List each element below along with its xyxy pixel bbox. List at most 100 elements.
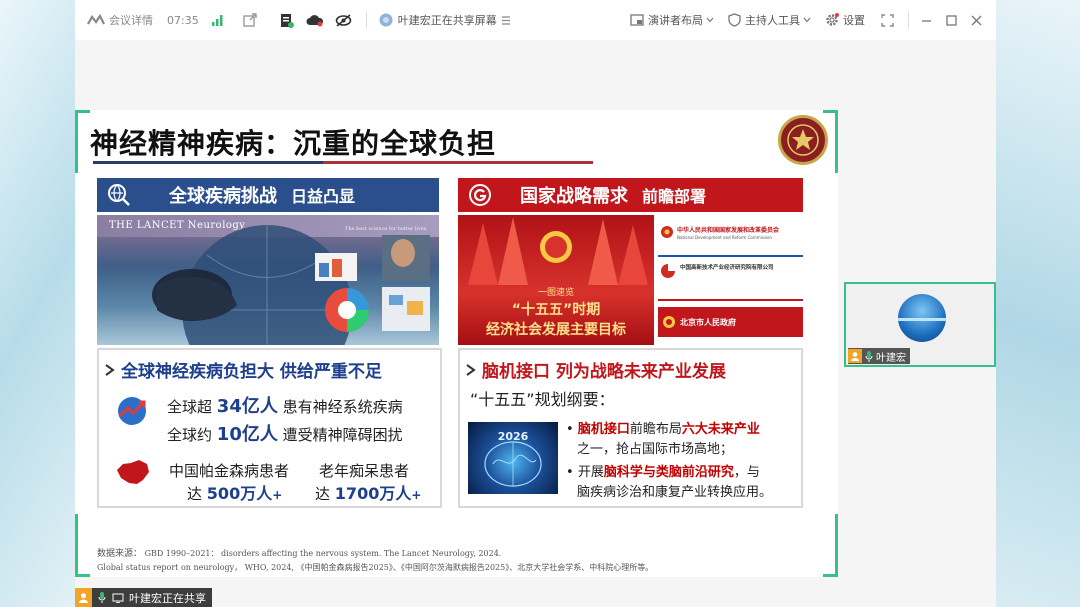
cloud-record-icon[interactable]	[306, 14, 323, 27]
screen-share-icon	[112, 592, 124, 603]
institute-emblem-icon	[778, 115, 828, 165]
dementia-label: 老年痴呆患者	[319, 462, 410, 480]
p1-industries: 六大未来产业	[681, 422, 760, 437]
right-bullet-title: 脑机接口 列为战略未来产业发展	[482, 362, 726, 382]
p2-research: 脑科学与类脑前沿研究	[603, 465, 734, 480]
meeting-details-label: 会议详情	[109, 14, 153, 27]
frame-corner-bottom-left	[75, 514, 90, 577]
stat1-value: 34亿人	[216, 396, 278, 417]
stat2-value: 10亿人	[216, 424, 278, 445]
china-map-icon	[113, 458, 151, 488]
microphone-icon	[98, 592, 106, 603]
hide-view-icon[interactable]	[335, 13, 352, 27]
red-flags-illustration	[468, 217, 648, 285]
participant-video-tile[interactable]: 叶建宏	[844, 282, 996, 367]
frame-corner-bottom-right	[823, 514, 838, 577]
meeting-toolbar: 会议详情 07:35 叶建宏正在共享屏幕 演讲者布局 主持人工具 设置	[75, 0, 996, 40]
source-line-2: Global status report on neurology， WHO, …	[97, 563, 654, 572]
globe-trend-icon	[115, 394, 149, 428]
chevron-down-icon	[706, 17, 714, 23]
dementia-count: 达 1700万人+	[315, 480, 421, 504]
participant-name-tag: 叶建宏	[848, 348, 910, 364]
left-bullet-header: 全球神经疾病负担大 供给严重不足	[105, 357, 382, 382]
plan-point-1: • 脑机接口前瞻布局六大未来产业 之一，抢占国际市场高地；	[566, 420, 760, 460]
slide-title: 神经精神疾病：沉重的全球负担	[90, 127, 497, 160]
p2-text-2: ，与	[733, 465, 760, 480]
close-icon[interactable]	[971, 15, 982, 26]
stat1-prefix: 全球超	[167, 398, 213, 416]
year-badge: 2026	[497, 430, 529, 443]
stat2-prefix: 全球约	[167, 426, 213, 444]
right-bullet-header: 脑机接口 列为战略未来产业发展	[466, 357, 726, 382]
settings-label: 设置	[843, 14, 865, 27]
ndrc-title-en: National Development and Reform Commissi…	[677, 235, 772, 240]
p1-bci: 脑机接口	[577, 422, 630, 437]
left-bullet-title: 全球神经疾病负担大 供给严重不足	[121, 362, 382, 382]
global-search-icon	[107, 183, 131, 207]
gear-icon	[825, 13, 839, 27]
banner-small-text: 一图速览	[537, 288, 574, 298]
beijing-gov-snippet: 北京市人民政府	[658, 307, 803, 337]
banner-mid-text: “十五五”时期	[511, 302, 601, 318]
right-panel-header: 国家战略需求 前瞻部署	[458, 178, 803, 212]
meeting-details-button[interactable]: 会议详情	[87, 12, 153, 28]
ndrc-title: 中华人民共和国国家发展和改革委员会	[677, 227, 780, 234]
beijing-gov-title: 北京市人民政府	[680, 318, 736, 327]
fifteenth-plan-banner: 一图速览 “十五五”时期 经济社会发展主要目标	[458, 215, 654, 345]
right-panel-subtitle: 前瞻部署	[642, 187, 707, 206]
parkinson-plus: +	[272, 488, 283, 502]
right-bullet-box: 脑机接口 列为战略未来产业发展 “十五五”规划纲要： 2026 • 脑机接口前瞻…	[458, 348, 803, 508]
bullet-dot: •	[566, 465, 578, 480]
brain-2026-image: 2026	[468, 422, 558, 494]
notes-icon[interactable]	[279, 13, 294, 28]
host-tools-button[interactable]: 主持人工具	[728, 12, 811, 28]
fullscreen-icon[interactable]	[881, 13, 894, 27]
right-panel-title: 国家战略需求	[520, 186, 628, 207]
source-line-1: GBD 1990–2021： disorders affecting the n…	[144, 549, 502, 558]
share-menu-icon	[501, 15, 511, 25]
popout-icon[interactable]	[243, 13, 257, 27]
dementia-plus: +	[411, 488, 422, 502]
left-bullet-box: 全球神经疾病负担大 供给严重不足 全球超 34亿人 患有神经系统疾病 全球约 1…	[97, 348, 442, 508]
user-icon	[75, 588, 92, 607]
dementia-prefix: 达	[315, 485, 331, 503]
layout-icon	[630, 14, 644, 26]
parkinson-prefix: 达	[187, 485, 203, 503]
toolbar-divider	[365, 12, 367, 28]
signal-strength-icon	[211, 14, 225, 26]
left-panel-title: 全球疾病挑战	[169, 186, 277, 207]
screen-share-indicator[interactable]: 叶建宏正在共享	[75, 588, 212, 607]
chevron-down-icon	[803, 17, 811, 23]
plan-outline-label: “十五五”规划纲要：	[470, 390, 615, 409]
title-underline-accent	[93, 161, 323, 164]
participant-name: 叶建宏	[876, 352, 906, 364]
shield-icon	[728, 13, 741, 27]
sharing-status-label: 叶建宏正在共享屏幕	[397, 14, 497, 27]
microphone-icon	[865, 350, 873, 362]
left-panel-subtitle: 日益凸显	[291, 187, 356, 206]
left-panel-header: 全球疾病挑战 日益凸显	[97, 178, 439, 212]
parkinson-label: 中国帕金森病患者	[169, 462, 290, 480]
participant-avatar	[898, 294, 946, 342]
dementia-value: 1700万人	[334, 484, 412, 503]
strategy-target-icon	[468, 183, 492, 207]
p1-text-2: 之一，抢占国际市场高地；	[577, 442, 734, 457]
meeting-time: 07:35	[167, 13, 199, 27]
ndrc-site-snippet: 中华人民共和国国家发展和改革委员会 National Development a…	[658, 221, 803, 257]
presenter-layout-button[interactable]: 演讲者布局	[630, 12, 714, 28]
stat-line-1: 全球超 34亿人 患有神经系统疾病	[167, 392, 403, 418]
minimize-icon[interactable]	[921, 15, 932, 26]
parkinson-count: 达 500万人+	[187, 480, 282, 504]
national-emblem-icon	[661, 226, 673, 238]
host-tools-label: 主持人工具	[745, 14, 800, 27]
source-label: 数据来源：	[97, 549, 143, 559]
screen-share-status[interactable]: 叶建宏正在共享屏幕	[379, 12, 511, 28]
data-source: 数据来源： GBD 1990–2021： disorders affecting…	[97, 547, 653, 574]
institute-logo-icon	[661, 264, 675, 278]
beijing-emblem-icon	[663, 316, 675, 328]
presenter-avatar-icon	[379, 13, 393, 27]
settings-button[interactable]: 设置	[825, 12, 865, 28]
maximize-icon[interactable]	[946, 14, 957, 26]
chevron-right-icon	[466, 363, 476, 376]
stat1-suffix: 患有神经系统疾病	[282, 398, 403, 416]
